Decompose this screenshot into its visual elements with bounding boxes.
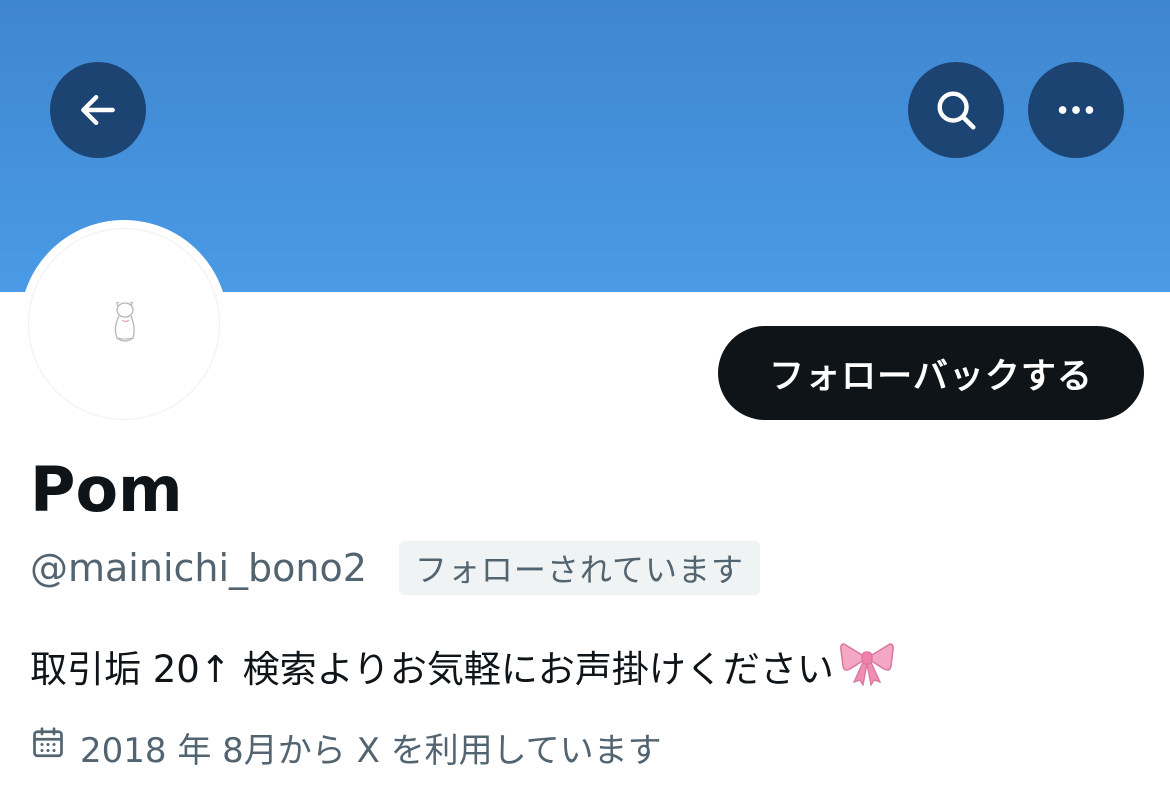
avatar[interactable] (28, 228, 220, 420)
avatar-ring (20, 220, 228, 428)
character-sketch-icon (104, 298, 144, 350)
bio-text: 取引垢 20↑ 検索よりお気軽にお声掛けください (30, 648, 834, 691)
joined-date-row: 2018 年 8月から X を利用しています (30, 722, 662, 772)
back-button[interactable] (50, 62, 146, 158)
handle-row: @mainichi_bono2 フォローされています (30, 540, 760, 596)
profile-page: フォローバックする Pom @mainichi_bono2 フォローされています… (0, 0, 1170, 793)
search-button[interactable] (908, 62, 1004, 158)
more-horizontal-icon (1053, 87, 1099, 133)
follows-you-badge: フォローされています (398, 541, 760, 595)
arrow-left-icon (76, 88, 120, 132)
more-button[interactable] (1028, 62, 1124, 158)
search-icon (933, 87, 979, 133)
ribbon-icon (838, 636, 896, 704)
profile-bio: 取引垢 20↑ 検索よりお気軽にお声掛けください (30, 636, 896, 704)
display-name: Pom (30, 453, 183, 526)
user-handle: @mainichi_bono2 (30, 546, 367, 590)
calendar-icon (30, 725, 66, 770)
joined-date-text: 2018 年 8月から X を利用しています (80, 730, 662, 771)
follow-back-button[interactable]: フォローバックする (718, 326, 1144, 420)
